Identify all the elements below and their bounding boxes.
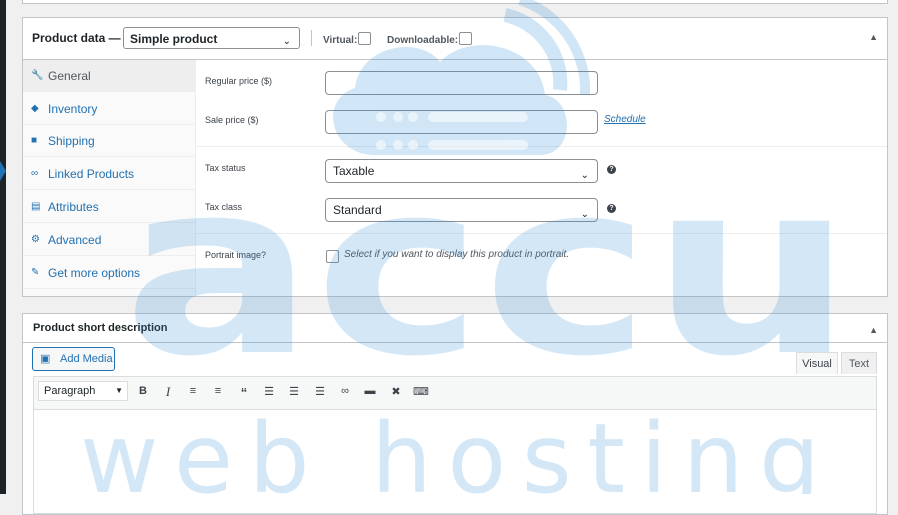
regular-price-label: Regular price ($)	[205, 76, 273, 86]
link-icon[interactable]: ∞	[337, 385, 353, 397]
editor-toolbar: Paragraph ▼ B I ≡ ≡ “ ☰ ☰ ☰ ∞ ▬ ✖ ⌨	[33, 376, 877, 410]
blockquote-icon[interactable]: “	[236, 385, 252, 400]
portrait-image-description: Select if you want to display this produ…	[344, 249, 570, 260]
tab-attributes[interactable]: ▤ Attributes	[23, 191, 195, 223]
sale-price-input[interactable]	[325, 110, 598, 134]
format-value: Paragraph	[44, 385, 96, 397]
header-separator	[311, 30, 312, 46]
tax-status-label: Tax status	[205, 163, 246, 173]
list-icon: ▤	[31, 201, 41, 212]
bullet-list-icon[interactable]: ≡	[185, 385, 201, 397]
gear-icon: ⚙	[31, 234, 40, 245]
add-media-button[interactable]: ▣ Add Media	[32, 347, 115, 371]
tab-inventory[interactable]: ◆ Inventory	[23, 93, 195, 125]
format-select[interactable]: Paragraph ▼	[38, 381, 128, 401]
chevron-down-icon: ⌄	[580, 209, 589, 220]
tax-class-value: Standard	[333, 203, 382, 217]
toolbar-toggle-icon[interactable]: ⌨	[413, 385, 429, 398]
sale-price-label: Sale price ($)	[205, 115, 259, 125]
tab-text[interactable]: Text	[841, 352, 877, 374]
link-icon: ∞	[31, 168, 39, 179]
truck-icon: ■	[31, 135, 38, 146]
italic-icon[interactable]: I	[160, 384, 176, 400]
wrench-icon: 🔧	[31, 70, 44, 81]
tab-label: General	[48, 69, 91, 83]
chevron-down-icon: ⌄	[282, 36, 291, 47]
section-divider	[196, 233, 887, 234]
tab-advanced[interactable]: ⚙ Advanced	[23, 224, 195, 256]
align-right-icon[interactable]: ☰	[312, 385, 328, 398]
schedule-link[interactable]: Schedule	[604, 114, 646, 125]
align-center-icon[interactable]: ☰	[286, 385, 302, 398]
numbered-list-icon[interactable]: ≡	[210, 385, 226, 397]
plugin-icon: ✎	[31, 267, 40, 278]
tab-label: Shipping	[48, 134, 95, 148]
media-icon: ▣	[40, 353, 51, 365]
tab-visual[interactable]: Visual	[796, 352, 838, 374]
tab-label: Attributes	[48, 200, 99, 214]
active-menu-arrow-icon	[0, 161, 6, 181]
virtual-checkbox[interactable]	[358, 32, 372, 45]
short-description-metabox: Product short description ▲ ▣ Add Media …	[22, 313, 888, 515]
previous-metabox	[22, 0, 888, 4]
tax-class-select[interactable]: Standard ⌄	[325, 198, 598, 222]
tax-status-select[interactable]: Taxable ⌄	[325, 159, 598, 183]
portrait-image-checkbox[interactable]	[326, 250, 339, 263]
virtual-label: Virtual:	[323, 35, 358, 46]
fullscreen-icon[interactable]: ✖	[388, 385, 404, 398]
read-more-icon[interactable]: ▬	[362, 385, 378, 397]
tab-linked-products[interactable]: ∞ Linked Products	[23, 158, 195, 190]
help-icon[interactable]: ?	[607, 165, 616, 174]
portrait-image-label: Portrait image?	[205, 250, 267, 260]
help-icon[interactable]: ?	[607, 204, 616, 213]
tab-shipping[interactable]: ■ Shipping	[23, 125, 195, 157]
downloadable-option[interactable]: Downloadable:	[387, 32, 473, 46]
tab-label: Linked Products	[48, 167, 135, 181]
product-data-metabox: Product data — Simple product ⌄ Virtual:…	[22, 17, 888, 297]
tab-label: Inventory	[48, 102, 98, 116]
downloadable-checkbox[interactable]	[459, 32, 473, 45]
tag-icon: ◆	[31, 103, 39, 114]
product-type-select[interactable]: Simple product ⌄	[123, 27, 300, 49]
chevron-down-icon: ⌄	[580, 170, 589, 181]
admin-sidebar-edge	[0, 0, 6, 494]
product-type-value: Simple product	[130, 32, 218, 46]
add-media-label: Add Media	[60, 353, 113, 365]
product-data-header: Product data — Simple product ⌄ Virtual:…	[23, 18, 887, 60]
tab-label: Advanced	[48, 233, 102, 247]
section-divider	[196, 146, 887, 147]
downloadable-label: Downloadable:	[387, 35, 459, 46]
triangle-up-icon[interactable]: ▲	[869, 325, 878, 335]
tax-status-value: Taxable	[333, 164, 375, 178]
caret-down-icon: ▼	[115, 386, 123, 395]
tab-general[interactable]: 🔧 General	[23, 60, 195, 92]
virtual-option[interactable]: Virtual:	[323, 32, 372, 46]
tab-label: Get more options	[48, 266, 141, 280]
short-description-title: Product short description	[33, 322, 168, 334]
product-data-tabs: 🔧 General ◆ Inventory ■ Shipping ∞ Linked Pr…	[23, 60, 196, 296]
bold-icon[interactable]: B	[135, 385, 151, 397]
tab-get-more-options[interactable]: ✎ Get more options	[23, 257, 195, 289]
triangle-up-icon[interactable]: ▲	[869, 32, 878, 42]
short-description-editor[interactable]	[33, 410, 877, 514]
regular-price-input[interactable]	[325, 71, 598, 95]
short-description-header: Product short description ▲	[23, 314, 887, 343]
tax-class-label: Tax class	[205, 202, 243, 212]
product-data-title: Product data —	[32, 31, 121, 45]
align-left-icon[interactable]: ☰	[261, 385, 277, 398]
